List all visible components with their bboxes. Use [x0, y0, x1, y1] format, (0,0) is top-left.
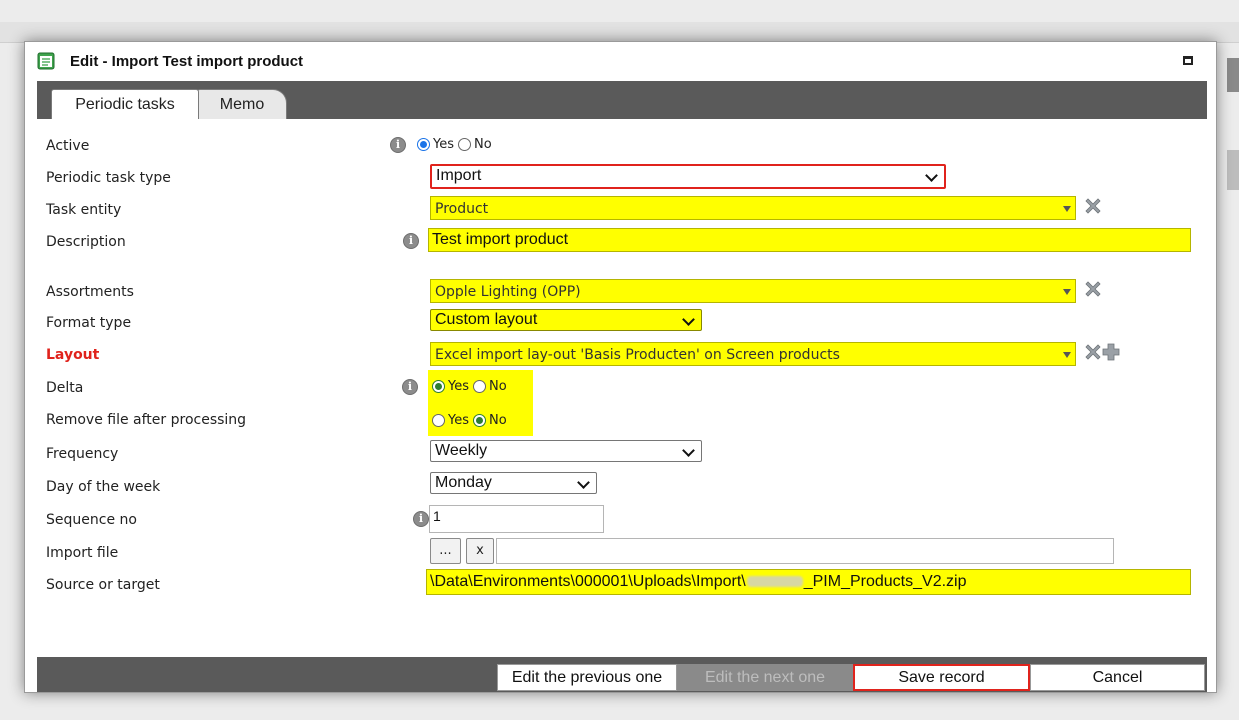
- delta-yes-radio[interactable]: [432, 380, 445, 393]
- frequency-select[interactable]: Weekly: [430, 440, 702, 462]
- info-icon[interactable]: i: [390, 137, 406, 153]
- layout-combo[interactable]: Excel import lay-out 'Basis Producten' o…: [430, 342, 1076, 366]
- edit-previous-button[interactable]: Edit the previous one: [497, 664, 677, 691]
- add-plus-icon[interactable]: [1101, 342, 1121, 362]
- label-task-entity: Task entity: [46, 202, 122, 218]
- assortments-combo[interactable]: Opple Lighting (OPP): [430, 279, 1076, 303]
- chevron-down-icon: [577, 476, 590, 489]
- cancel-button[interactable]: Cancel: [1030, 664, 1205, 691]
- dialog-titlebar: Edit - Import Test import product: [25, 42, 1216, 81]
- maximize-icon[interactable]: [1183, 56, 1193, 65]
- tab-bar: Periodic tasks Memo: [37, 81, 1207, 119]
- label-description: Description: [46, 234, 126, 250]
- clear-x-icon[interactable]: [1082, 278, 1104, 300]
- label-sequence-no: Sequence no: [46, 512, 137, 528]
- label-frequency: Frequency: [46, 446, 119, 462]
- remove-yes-label: Yes: [448, 413, 469, 428]
- tab-memo[interactable]: Memo: [197, 89, 287, 119]
- background-toolbar: [0, 22, 1239, 43]
- label-format-type: Format type: [46, 315, 132, 331]
- tab-periodic-tasks[interactable]: Periodic tasks: [51, 89, 199, 119]
- dropdown-arrow-icon: [1063, 289, 1071, 295]
- active-no-radio[interactable]: [458, 138, 471, 151]
- assortments-value: Opple Lighting (OPP): [435, 284, 581, 300]
- import-file-input[interactable]: [496, 538, 1114, 564]
- dropdown-arrow-icon: [1063, 206, 1071, 212]
- label-assortments: Assortments: [46, 284, 134, 300]
- source-target-suffix: _PIM_Products_V2.zip: [803, 573, 967, 590]
- delta-no-radio[interactable]: [473, 380, 486, 393]
- remove-no-label: No: [489, 413, 507, 428]
- periodic-task-type-value: Import: [436, 167, 482, 184]
- label-periodic-task-type: Periodic task type: [46, 170, 171, 186]
- active-radio-group: Yes No: [417, 137, 496, 152]
- info-icon[interactable]: i: [402, 379, 418, 395]
- info-icon[interactable]: i: [413, 511, 429, 527]
- format-type-select[interactable]: Custom layout: [430, 309, 702, 331]
- sequence-no-value: 1: [433, 508, 441, 524]
- periodic-task-type-select[interactable]: Import: [430, 164, 946, 189]
- chevron-down-icon: [925, 169, 938, 182]
- dropdown-arrow-icon: [1063, 352, 1071, 358]
- remove-file-radio-group: Yes No: [432, 413, 511, 428]
- save-record-button[interactable]: Save record: [853, 664, 1030, 691]
- remove-yes-radio[interactable]: [432, 414, 445, 427]
- chevron-down-icon: [682, 313, 695, 326]
- dialog-title: Edit - Import Test import product: [70, 53, 304, 70]
- clear-x-icon[interactable]: [1082, 195, 1104, 217]
- layout-value: Excel import lay-out 'Basis Producten' o…: [435, 347, 840, 363]
- description-value: Test import product: [432, 231, 569, 248]
- active-yes-radio[interactable]: [417, 138, 430, 151]
- label-import-file: Import file: [46, 545, 119, 561]
- task-entity-value: Product: [435, 201, 489, 217]
- delta-no-label: No: [489, 379, 507, 394]
- edit-next-button[interactable]: Edit the next one: [677, 664, 853, 691]
- task-entity-combo[interactable]: Product: [430, 196, 1076, 220]
- background-strip: [1227, 150, 1239, 190]
- label-day-of-week: Day of the week: [46, 479, 161, 495]
- info-icon[interactable]: i: [403, 233, 419, 249]
- browse-button[interactable]: ...: [430, 538, 461, 564]
- label-remove-file: Remove file after processing: [46, 412, 247, 428]
- day-of-week-value: Monday: [435, 474, 492, 491]
- frequency-value: Weekly: [435, 442, 488, 459]
- delta-radio-group: Yes No: [432, 379, 511, 394]
- active-yes-label: Yes: [433, 137, 454, 152]
- form-icon: [37, 52, 55, 70]
- dialog-footer: Edit the previous one Edit the next one …: [37, 657, 1207, 692]
- form-content: Active i Yes No Periodic task type Impor…: [37, 119, 1207, 657]
- active-no-label: No: [474, 137, 492, 152]
- source-target-prefix: \Data\Environments\000001\Uploads\Import…: [430, 573, 746, 590]
- remove-no-radio[interactable]: [473, 414, 486, 427]
- label-source-target: Source or target: [46, 577, 160, 593]
- label-layout: Layout: [46, 347, 100, 363]
- label-delta: Delta: [46, 380, 84, 396]
- sequence-no-input[interactable]: 1: [429, 505, 604, 533]
- edit-dialog: Edit - Import Test import product Period…: [24, 41, 1217, 693]
- clear-file-button[interactable]: x: [466, 538, 494, 564]
- delta-yes-label: Yes: [448, 379, 469, 394]
- format-type-value: Custom layout: [435, 311, 538, 328]
- source-target-input[interactable]: \Data\Environments\000001\Uploads\Import…: [426, 569, 1191, 595]
- description-input[interactable]: Test import product: [428, 228, 1191, 252]
- label-active: Active: [46, 138, 90, 154]
- chevron-down-icon: [682, 444, 695, 457]
- day-of-week-select[interactable]: Monday: [430, 472, 597, 494]
- redacted-text: [746, 576, 803, 588]
- background-strip: [1227, 58, 1239, 92]
